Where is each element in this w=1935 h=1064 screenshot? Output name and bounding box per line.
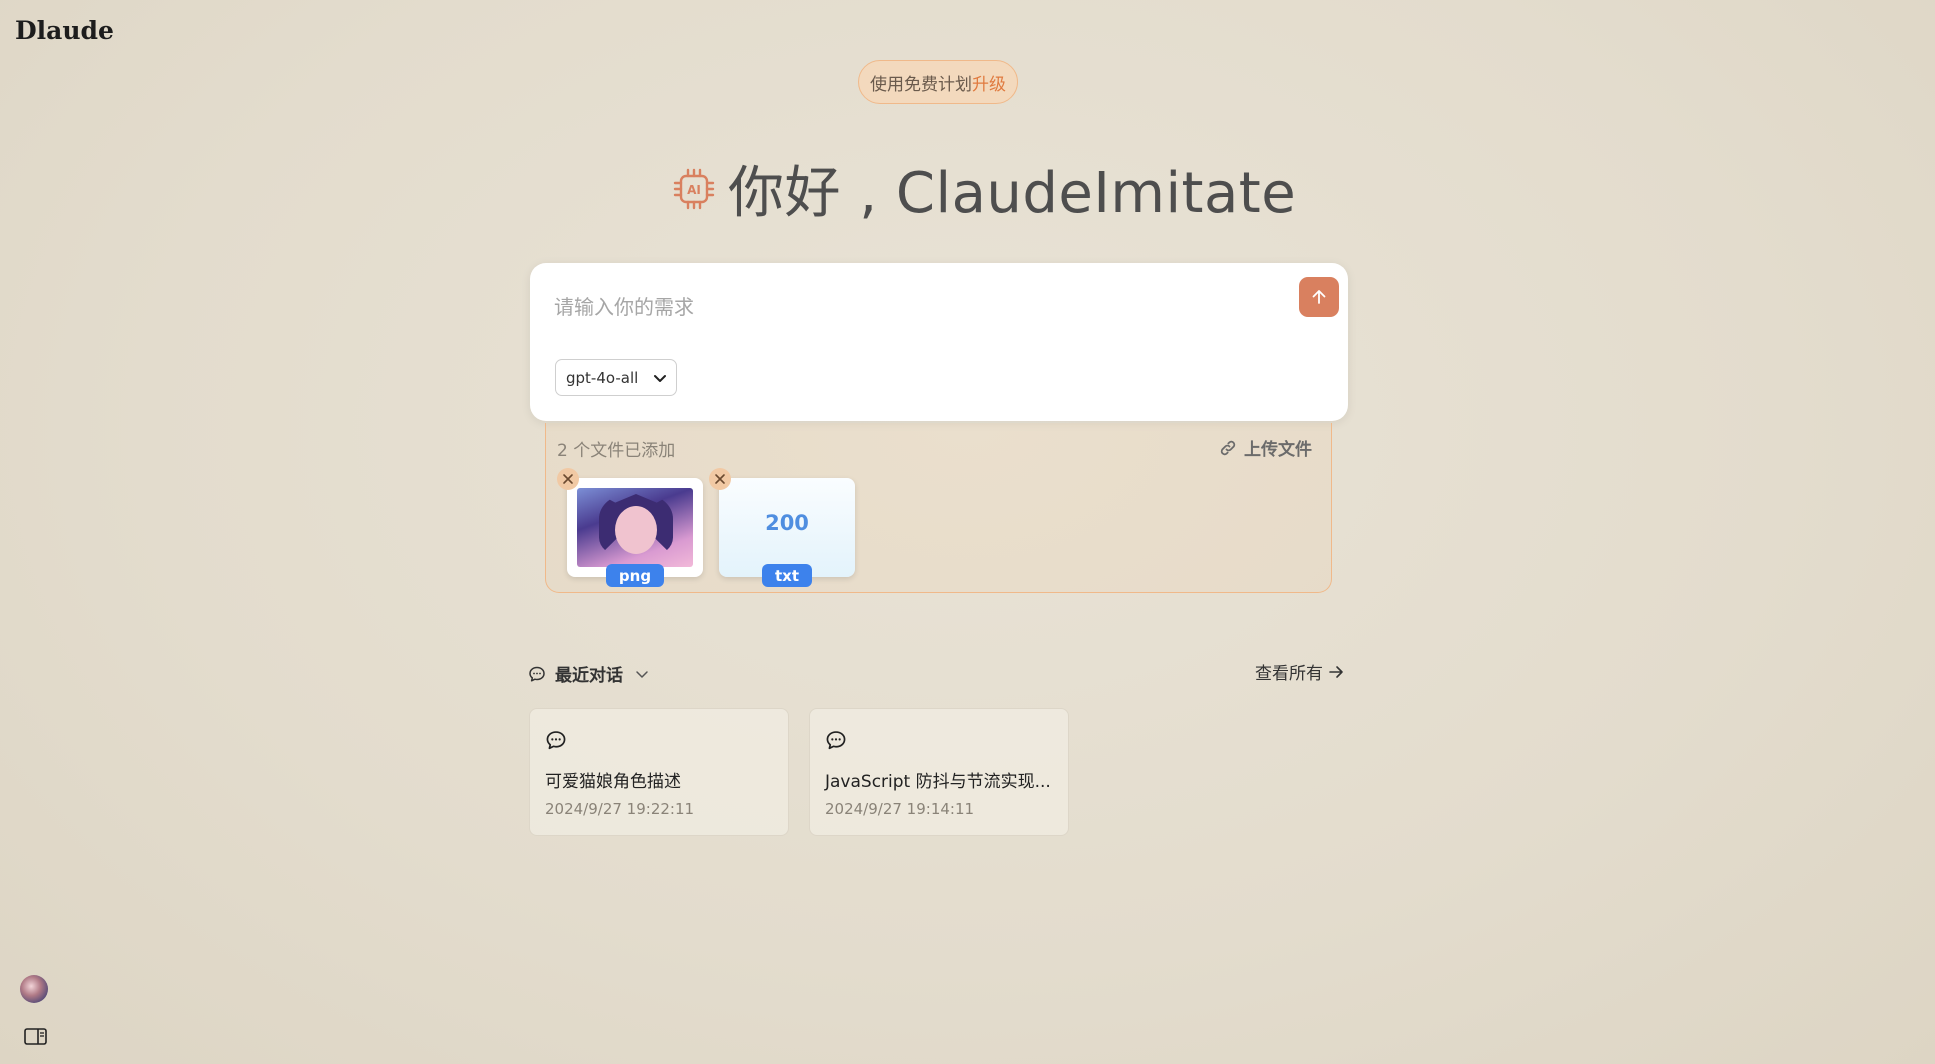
plan-text: 使用免费计划 xyxy=(870,74,972,95)
ai-chip-icon: AI xyxy=(673,168,715,209)
greeting: AI 你好 , ClaudeImitate xyxy=(672,148,1296,229)
conversation-title: 可爱猫娘角色描述 xyxy=(545,772,681,792)
upload-file-label: 上传文件 xyxy=(1244,440,1312,460)
chat-icon xyxy=(826,731,846,750)
upload-file-button[interactable]: 上传文件 xyxy=(1218,435,1312,460)
prompt-composer: 请输入你的需求 gpt-4o-all xyxy=(530,263,1348,421)
model-select[interactable]: gpt-4o-all xyxy=(555,359,677,396)
recent-conversations-toggle[interactable]: 最近对话 xyxy=(528,661,649,686)
chat-icon xyxy=(546,731,566,750)
plan-pill[interactable]: 使用免费计划 升级 xyxy=(858,60,1018,104)
arrow-right-icon xyxy=(1329,665,1343,678)
upgrade-link[interactable]: 升级 xyxy=(972,70,1006,95)
conversation-card[interactable]: JavaScript 防抖与节流实现... 2024/9/27 19:14:11 xyxy=(809,708,1069,836)
user-avatar[interactable] xyxy=(20,975,48,1003)
view-all-link[interactable]: 查看所有 xyxy=(1255,659,1344,684)
image-thumbnail xyxy=(577,488,693,567)
send-button[interactable] xyxy=(1299,277,1339,317)
greeting-text: 你好 , ClaudeImitate xyxy=(728,161,1297,226)
sidebar-icon xyxy=(24,1028,47,1045)
attached-files-panel: 2 个文件已添加 上传文件 png 200 txt xyxy=(545,423,1332,593)
ai-chip-label: AI xyxy=(687,183,701,197)
close-icon xyxy=(715,474,725,484)
arrow-up-icon xyxy=(1312,290,1326,304)
conversation-title: JavaScript 防抖与节流实现... xyxy=(825,772,1051,792)
files-count-label: 2 个文件已添加 xyxy=(557,441,676,461)
app-page: Dlaude 使用免费计划 升级 AI 你好 , ClaudeImitate 请输… xyxy=(0,0,1935,1064)
conversation-card[interactable]: 可爱猫娘角色描述 2024/9/27 19:22:11 xyxy=(529,708,789,836)
model-select-value: gpt-4o-all xyxy=(566,368,639,387)
conversation-time: 2024/9/27 19:14:11 xyxy=(825,800,975,818)
close-icon xyxy=(563,474,573,484)
link-icon xyxy=(1220,440,1236,455)
file-card-txt[interactable]: 200 txt xyxy=(709,468,855,587)
text-file-preview: 200 xyxy=(765,511,809,535)
view-all-label: 查看所有 xyxy=(1255,664,1323,684)
conversation-time: 2024/9/27 19:22:11 xyxy=(545,800,695,818)
file-type-badge: png xyxy=(606,564,664,587)
chevron-down-icon xyxy=(636,670,648,678)
recent-conversations-title: 最近对话 xyxy=(555,666,623,686)
file-type-badge: txt xyxy=(762,564,812,587)
sidebar-toggle-button[interactable] xyxy=(24,1028,47,1049)
prompt-input[interactable]: 请输入你的需求 xyxy=(554,291,694,320)
chevron-down-icon xyxy=(654,374,666,382)
chat-icon xyxy=(529,666,545,682)
remove-file-button[interactable] xyxy=(709,468,731,490)
app-logo[interactable]: Dlaude xyxy=(15,16,114,45)
remove-file-button[interactable] xyxy=(557,468,579,490)
file-card-png[interactable]: png xyxy=(557,468,703,587)
